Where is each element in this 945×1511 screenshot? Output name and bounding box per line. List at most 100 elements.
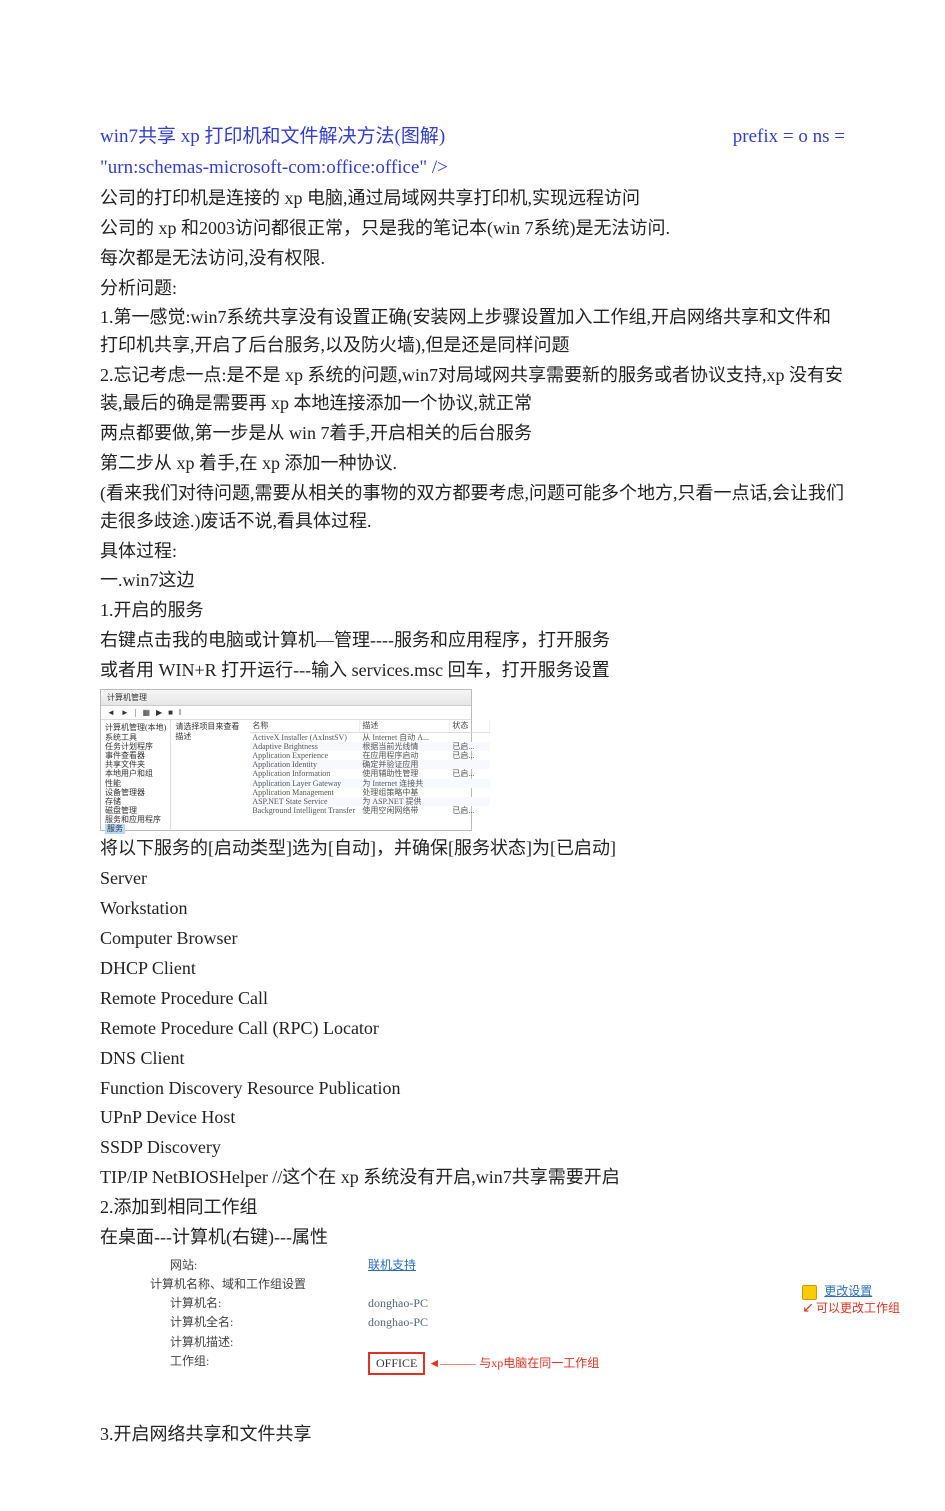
hook-icon: ↙ — [802, 1301, 814, 1318]
document-page: win7共享 xp 打印机和文件解决方法(图解) prefix = o ns =… — [0, 0, 945, 1511]
title-line-2: "urn:schemas-microsoft-com:office:office… — [100, 153, 845, 182]
tree-item[interactable]: 设备管理器 — [105, 788, 166, 797]
services-list[interactable]: 名称 描述 状态 ActiveX Installer (AxInstSV)从 I… — [250, 720, 490, 830]
service-name: Remote Procedure Call (RPC) Locator — [100, 1015, 845, 1043]
change-note: ↙ 可以更改工作组 — [802, 1301, 900, 1318]
tree-item[interactable]: 事件查看器 — [105, 751, 166, 760]
paragraph: 右键点击我的电脑或计算机—管理----服务和应用程序，打开服务 — [100, 627, 845, 655]
paragraph: 一.win7这边 — [100, 567, 845, 595]
title-line-1: win7共享 xp 打印机和文件解决方法(图解) prefix = o ns = — [100, 122, 845, 151]
full-name-row: 计算机全名: donghao-PC — [100, 1313, 810, 1332]
value: donghao-PC — [368, 1294, 810, 1313]
workgroup-label: 工作组: — [170, 1352, 258, 1375]
stop-icon[interactable]: ■ — [166, 708, 175, 717]
label: 计算机名: — [170, 1294, 258, 1313]
paragraph: 2.添加到相同工作组 — [100, 1194, 845, 1222]
service-row[interactable]: Background Intelligent Transfer使用空闲网络带已启… — [250, 806, 490, 815]
paragraph: 3.开启网络共享和文件共享 — [100, 1421, 845, 1449]
workgroup-note: 与xp电脑在同一工作组 — [479, 1356, 599, 1370]
paragraph: 1.第一感觉:win7系统共享没有设置正确(安装网上步骤设置加入工作组,开启网络… — [100, 304, 845, 360]
tree-item[interactable]: 存储 — [105, 797, 166, 806]
paragraph: 将以下服务的[启动类型]选为[自动]，并确保[服务状态]为[已启动] — [100, 835, 845, 863]
service-name: TIP/IP NetBIOSHelper //这个在 xp 系统没有开启,win… — [100, 1164, 845, 1192]
change-settings-link[interactable]: 更改设置 — [824, 1284, 872, 1298]
paragraph: 1.开启的服务 — [100, 597, 845, 625]
computer-name-row: 计算机名: donghao-PC — [100, 1294, 810, 1313]
play-icon[interactable]: ▶ — [154, 708, 164, 717]
window-title: 计算机管理 — [107, 693, 147, 702]
workgroup-row: 工作组: OFFICE ◄——— 与xp电脑在同一工作组 — [100, 1352, 810, 1375]
system-properties-screenshot: 网站: 联机支持 计算机名称、域和工作组设置 计算机名: donghao-PC … — [100, 1256, 810, 1375]
shield-icon — [802, 1285, 817, 1300]
service-name: Server — [100, 865, 845, 893]
website-row: 网站: 联机支持 — [100, 1256, 810, 1275]
arrow-icon: ◄——— — [428, 1356, 476, 1370]
service-row[interactable]: ASP.NET State Service为 ASP.NET 提供 — [250, 797, 490, 806]
workgroup-value: OFFICE — [368, 1352, 425, 1375]
service-name: Function Discovery Resource Publication — [100, 1075, 845, 1103]
paragraph: 或者用 WIN+R 打开运行---输入 services.msc 回车，打开服务… — [100, 657, 845, 685]
service-name: Workstation — [100, 895, 845, 923]
tree-item[interactable]: 计算机管理(本地) — [105, 723, 166, 732]
service-name: UPnP Device Host — [100, 1104, 845, 1132]
refresh-icon[interactable]: ▦ — [140, 708, 152, 717]
paragraph: 每次都是无法访问,没有权限. — [100, 245, 845, 273]
service-row[interactable]: Application Experience在应用程序启动已启... — [250, 751, 490, 760]
website-label: 网站: — [170, 1256, 258, 1275]
tree-item[interactable]: 系统工具 — [105, 733, 166, 742]
paragraph: 公司的打印机是连接的 xp 电脑,通过局域网共享打印机,实现远程访问 — [100, 185, 845, 213]
tree-item-selected[interactable]: 服务 — [105, 824, 125, 833]
nav-fwd-icon[interactable]: ► — [119, 708, 131, 717]
services-toolbar: ◄ ► | ▦ ▶ ■ ‖ — [101, 706, 471, 720]
title-right: prefix = o ns = — [733, 122, 845, 151]
section-title: 计算机名称、域和工作组设置 — [100, 1275, 810, 1294]
workgroup-highlight: OFFICE ◄——— 与xp电脑在同一工作组 — [368, 1352, 599, 1375]
service-name: Remote Procedure Call — [100, 985, 845, 1013]
service-name: DHCP Client — [100, 955, 845, 983]
paragraph: 两点都要做,第一步是从 win 7着手,开启相关的后台服务 — [100, 420, 845, 448]
tree-item[interactable]: 性能 — [105, 779, 166, 788]
value — [368, 1333, 810, 1352]
tree-item[interactable]: 服务和应用程序 — [105, 815, 166, 824]
service-row[interactable]: Application Layer Gateway为 Internet 连接共 — [250, 779, 490, 788]
spacer — [100, 1379, 845, 1419]
services-body: 计算机管理(本地) 系统工具 任务计划程序 事件查看器 共享文件夹 本地用户和组… — [101, 720, 471, 830]
label: 计算机全名: — [170, 1313, 258, 1332]
tree-item[interactable]: 本地用户和组 — [105, 769, 166, 778]
service-row[interactable]: ActiveX Installer (AxInstSV)从 Internet 自… — [250, 733, 490, 742]
col-desc[interactable]: 描述 — [360, 720, 450, 731]
paragraph: 2.忘记考虑一点:是不是 xp 系统的问题,win7对局域网共享需要新的服务或者… — [100, 362, 845, 418]
paragraph: 分析问题: — [100, 275, 845, 303]
col-name[interactable]: 名称 — [250, 720, 360, 731]
service-row[interactable]: Adaptive Brightness根据当前光线情已启... — [250, 742, 490, 751]
description-row: 计算机描述: — [100, 1333, 810, 1352]
tree-item[interactable]: 磁盘管理 — [105, 806, 166, 815]
col-status[interactable]: 状态 — [450, 720, 490, 731]
tree-item[interactable]: 任务计划程序 — [105, 742, 166, 751]
services-pane: 请选择项目来查看描述 名称 描述 状态 ActiveX Installer (A… — [171, 720, 490, 830]
paragraph: 第二步从 xp 着手,在 xp 添加一种协议. — [100, 450, 845, 478]
services-description: 请选择项目来查看描述 — [171, 720, 250, 830]
service-row[interactable]: Application Management处理组策略中基 — [250, 788, 490, 797]
services-titlebar: 计算机管理 — [101, 690, 471, 706]
service-name: Computer Browser — [100, 925, 845, 953]
paragraph: 公司的 xp 和2003访问都很正常，只是我的笔记本(win 7系统)是无法访问… — [100, 215, 845, 243]
service-name: SSDP Discovery — [100, 1134, 845, 1162]
change-settings-region: 更改设置 ↙ 可以更改工作组 — [802, 1282, 900, 1318]
pause-icon[interactable]: ‖ — [177, 708, 183, 717]
title-main: win7共享 xp 打印机和文件解决方法(图解) — [100, 122, 445, 151]
label: 计算机描述: — [170, 1333, 258, 1352]
services-columns: 名称 描述 状态 — [250, 720, 490, 732]
paragraph: (看来我们对待问题,需要从相关的事物的双方都要考虑,问题可能多个地方,只看一点话… — [100, 480, 845, 536]
online-support-link[interactable]: 联机支持 — [368, 1256, 416, 1275]
tree-item[interactable]: 共享文件夹 — [105, 760, 166, 769]
service-name: DNS Client — [100, 1045, 845, 1073]
services-screenshot: 计算机管理 ◄ ► | ▦ ▶ ■ ‖ 计算机管理(本地) 系统工具 任务计划程… — [100, 689, 472, 831]
service-row[interactable]: Application Information使用辅助性管理已启... — [250, 769, 490, 778]
value: donghao-PC — [368, 1313, 810, 1332]
paragraph: 在桌面---计算机(右键)---属性 — [100, 1224, 845, 1252]
service-row[interactable]: Application Identity确定并验证应用 — [250, 760, 490, 769]
paragraph: 具体过程: — [100, 538, 845, 566]
services-tree[interactable]: 计算机管理(本地) 系统工具 任务计划程序 事件查看器 共享文件夹 本地用户和组… — [101, 720, 171, 830]
nav-back-icon[interactable]: ◄ — [105, 708, 117, 717]
